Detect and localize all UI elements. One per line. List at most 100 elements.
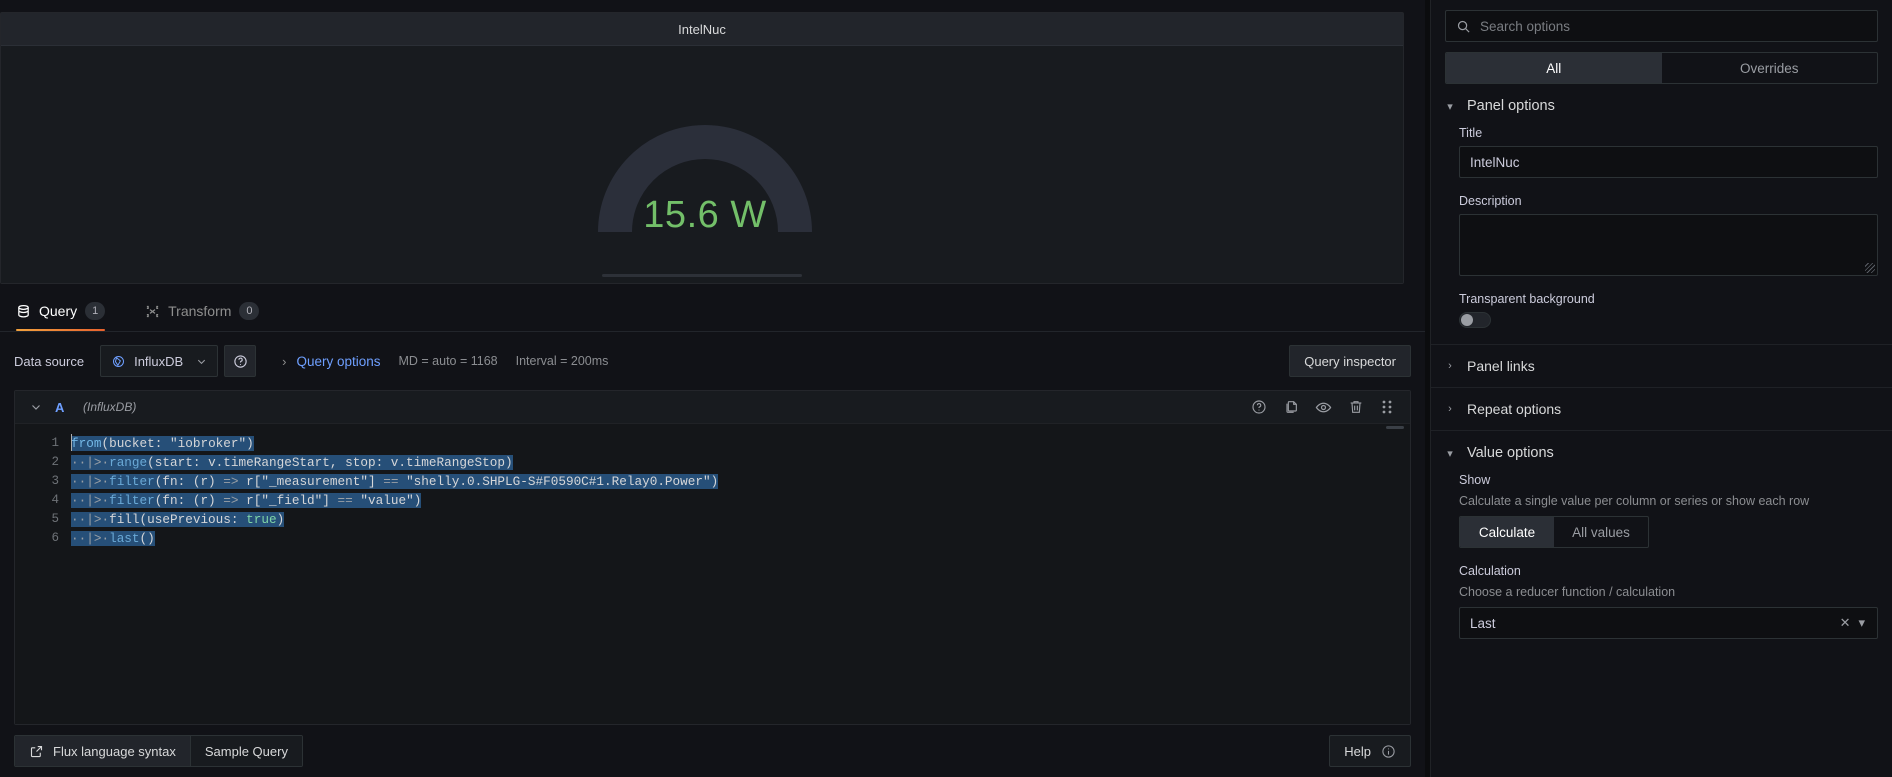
section-panel-links[interactable]: › Panel links bbox=[1431, 344, 1892, 387]
query-editor-card: A (InfluxDB) bbox=[14, 390, 1411, 725]
description-label: Description bbox=[1459, 194, 1878, 208]
field-show: Show Calculate a single value per column… bbox=[1431, 473, 1892, 564]
query-collapse-toggle[interactable] bbox=[25, 401, 47, 413]
chevron-right-icon: › bbox=[282, 354, 286, 369]
datasource-help-button[interactable] bbox=[224, 345, 256, 377]
section-value-options[interactable]: ▾ Value options bbox=[1431, 431, 1892, 473]
query-row-header: A (InfluxDB) bbox=[15, 391, 1410, 424]
calculation-selected-value: Last bbox=[1470, 616, 1836, 631]
code-line: from(bucket: "iobroker") bbox=[71, 434, 1410, 453]
section-repeat-options-label: Repeat options bbox=[1467, 401, 1561, 417]
panel-resize-grip[interactable] bbox=[602, 274, 802, 277]
datasource-selected: InfluxDB bbox=[134, 354, 188, 369]
search-options-box[interactable] bbox=[1445, 10, 1878, 42]
options-filter-segmented: All Overrides bbox=[1445, 52, 1878, 84]
flux-language-syntax-label: Flux language syntax bbox=[53, 744, 176, 759]
chevron-down-icon bbox=[196, 356, 207, 367]
line-number: 5 bbox=[15, 510, 71, 529]
line-number: 1 bbox=[15, 434, 71, 453]
query-help-button[interactable] bbox=[1251, 399, 1267, 415]
tab-query[interactable]: Query 1 bbox=[16, 302, 119, 331]
search-row bbox=[1431, 0, 1892, 42]
segment-calculate[interactable]: Calculate bbox=[1460, 517, 1554, 547]
query-bottom-toolbar: Flux language syntax Sample Query Help bbox=[0, 725, 1425, 777]
segment-all[interactable]: All bbox=[1446, 53, 1662, 83]
code-line-numbers: 1 2 3 4 5 6 bbox=[15, 424, 71, 724]
database-icon bbox=[16, 304, 31, 319]
gauge-value-text: 15.6 W bbox=[575, 194, 835, 237]
section-value-options-title: Value options bbox=[1467, 445, 1554, 461]
section-repeat-options[interactable]: › Repeat options bbox=[1431, 387, 1892, 430]
query-options-toggle[interactable]: › Query options bbox=[282, 354, 380, 369]
query-toggle-visibility-button[interactable] bbox=[1315, 399, 1332, 416]
options-sidebar: All Overrides ▾ Panel options Title Inte… bbox=[1430, 0, 1892, 777]
title-input[interactable]: IntelNuc bbox=[1459, 146, 1878, 178]
filter-segments-row: All Overrides bbox=[1431, 42, 1892, 84]
calculation-select[interactable]: Last ✕ ▾ bbox=[1459, 607, 1878, 639]
visualization-panel: IntelNuc 15.6 W bbox=[0, 12, 1404, 284]
datasource-picker[interactable]: InfluxDB bbox=[100, 345, 218, 377]
code-content[interactable]: from(bucket: "iobroker") ··|>·range(star… bbox=[71, 424, 1410, 724]
duplicate-icon bbox=[1283, 399, 1299, 415]
panel-preview-area: IntelNuc 15.6 W bbox=[0, 0, 1425, 290]
tab-transform[interactable]: Transform 0 bbox=[145, 302, 273, 331]
code-line: ··|>·fill(usePrevious: true) bbox=[71, 510, 1410, 529]
resize-grip-icon[interactable] bbox=[1865, 263, 1875, 273]
transparent-background-label: Transparent background bbox=[1459, 292, 1878, 306]
text-cursor bbox=[71, 434, 72, 451]
line-number: 3 bbox=[15, 472, 71, 491]
flux-help-group: Flux language syntax Sample Query bbox=[14, 735, 303, 767]
close-icon[interactable]: ✕ bbox=[1836, 615, 1855, 631]
help-circle-icon bbox=[233, 354, 248, 369]
tab-query-count: 1 bbox=[85, 302, 105, 320]
query-inspector-button[interactable]: Query inspector bbox=[1289, 345, 1411, 377]
transform-icon bbox=[145, 304, 160, 319]
trash-icon bbox=[1348, 399, 1364, 415]
options-list: ▾ Panel options Title IntelNuc Descripti… bbox=[1431, 84, 1892, 777]
calculation-label: Calculation bbox=[1459, 564, 1878, 578]
show-description: Calculate a single value per column or s… bbox=[1459, 493, 1878, 509]
field-calculation: Calculation Choose a reducer function / … bbox=[1431, 564, 1892, 655]
description-textarea[interactable] bbox=[1459, 214, 1878, 276]
field-title: Title IntelNuc bbox=[1431, 126, 1892, 194]
field-transparent-background: Transparent background bbox=[1431, 292, 1892, 344]
line-number: 4 bbox=[15, 491, 71, 510]
section-panel-options[interactable]: ▾ Panel options bbox=[1431, 84, 1892, 126]
help-button[interactable]: Help bbox=[1329, 735, 1411, 767]
help-circle-icon bbox=[1251, 399, 1267, 415]
panel-body: 15.6 W bbox=[1, 46, 1403, 283]
drag-handle-icon bbox=[1380, 399, 1394, 415]
panel-header: IntelNuc bbox=[1, 13, 1403, 46]
tab-transform-label: Transform bbox=[168, 303, 231, 319]
query-refid[interactable]: A bbox=[55, 400, 83, 415]
sample-query-button[interactable]: Sample Query bbox=[191, 736, 302, 766]
external-link-icon bbox=[29, 744, 44, 759]
section-panel-options-title: Panel options bbox=[1467, 98, 1555, 114]
query-options-interval: Interval = 200ms bbox=[516, 354, 609, 368]
search-icon bbox=[1456, 19, 1471, 34]
section-panel-links-label: Panel links bbox=[1467, 358, 1535, 374]
query-inspector-label: Query inspector bbox=[1304, 354, 1396, 369]
chevron-right-icon: › bbox=[1445, 360, 1455, 372]
query-delete-button[interactable] bbox=[1348, 399, 1364, 415]
chevron-down-icon[interactable]: ▾ bbox=[1854, 615, 1869, 631]
transparent-background-toggle[interactable] bbox=[1459, 312, 1491, 328]
search-input[interactable] bbox=[1480, 19, 1867, 34]
code-line: ··|>·filter(fn: (r) => r["_measurement"]… bbox=[71, 472, 1410, 491]
flux-language-syntax-button[interactable]: Flux language syntax bbox=[15, 736, 191, 766]
code-line: ··|>·last() bbox=[71, 529, 1410, 548]
editor-tabs: Query 1 Transform 0 bbox=[0, 290, 1425, 332]
segment-overrides[interactable]: Overrides bbox=[1662, 53, 1878, 83]
tab-transform-count: 0 bbox=[239, 302, 259, 320]
datasource-label: Data source bbox=[14, 354, 84, 369]
flux-code-editor[interactable]: 1 2 3 4 5 6 from(bucket: "iobroker") ··|… bbox=[15, 424, 1410, 724]
query-row-actions bbox=[1251, 399, 1400, 416]
info-circle-icon bbox=[1381, 744, 1396, 759]
chevron-down-icon: ▾ bbox=[1445, 447, 1455, 460]
query-drag-handle[interactable] bbox=[1380, 399, 1394, 415]
toggle-knob bbox=[1461, 314, 1473, 326]
segment-all-values[interactable]: All values bbox=[1554, 517, 1648, 547]
show-label: Show bbox=[1459, 473, 1878, 487]
query-duplicate-button[interactable] bbox=[1283, 399, 1299, 415]
show-segmented: Calculate All values bbox=[1459, 516, 1649, 548]
